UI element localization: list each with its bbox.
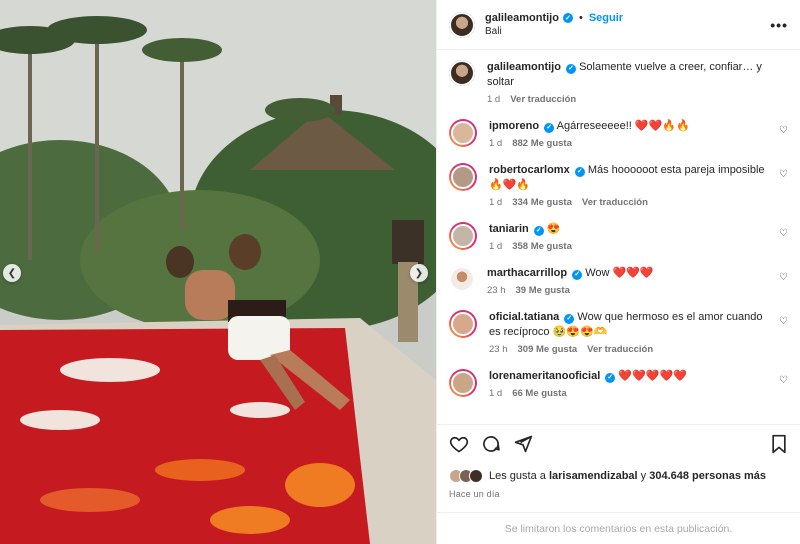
comment-username[interactable]: taniarin xyxy=(489,223,529,235)
commenter-avatar[interactable] xyxy=(449,369,477,397)
liker-username[interactable]: larisamendizabal xyxy=(549,470,638,482)
post-location[interactable]: Bali xyxy=(485,26,770,37)
translate-link[interactable]: Ver traducción xyxy=(510,94,576,105)
comment-item: oficial.tatiana ✓ Wow que hermoso es el … xyxy=(449,310,788,355)
comment-icon[interactable] xyxy=(481,434,501,454)
commenter-avatar[interactable] xyxy=(449,163,477,191)
follow-button[interactable]: Seguir xyxy=(589,12,623,24)
commenter-avatar[interactable] xyxy=(449,222,477,250)
share-icon[interactable] xyxy=(513,434,533,454)
comment-text: Agárreseeeee!! xyxy=(556,120,632,132)
comment-username[interactable]: robertocarlomx xyxy=(489,164,570,176)
comment-likes[interactable]: 358 Me gusta xyxy=(512,241,572,252)
comment-item: taniarin ✓ 😍 1 d 358 Me gusta ♡ xyxy=(449,222,788,252)
heart-icon[interactable]: ♡ xyxy=(779,316,788,327)
post-modal: ❮ ❯ galileamontijo ✓ • Seguir Bali ••• g… xyxy=(0,0,800,544)
commenter-avatar[interactable] xyxy=(449,310,477,338)
comment-text: Más hoooooot esta pareja imposible xyxy=(587,164,765,176)
heart-icon[interactable]: ♡ xyxy=(779,125,788,136)
translate-link[interactable]: Ver traducción xyxy=(587,344,653,355)
comment-emoji: ❤️❤️❤️❤️❤️ xyxy=(618,370,687,382)
comment-item: ipmoreno ✓ Agárreseeeee!! ❤️❤️🔥🔥 1 d 882… xyxy=(449,119,788,149)
verified-icon: ✓ xyxy=(562,13,573,23)
verified-icon: ✓ xyxy=(574,166,585,177)
verified-icon: ✓ xyxy=(605,372,616,383)
likes-prefix: Les gusta a xyxy=(489,470,546,482)
likes-count[interactable]: 304.648 personas más xyxy=(649,470,766,482)
comment-emoji: 🥹😍😍🫶 xyxy=(552,326,608,338)
verified-icon: ✓ xyxy=(566,63,577,74)
likes-summary: Les gusta a larisamendizabal y 304.648 p… xyxy=(449,469,788,483)
comment-likes[interactable]: 66 Me gusta xyxy=(512,388,566,399)
comment-time[interactable]: 23 h xyxy=(487,285,506,296)
verified-icon: ✓ xyxy=(564,313,575,324)
comment-item: marthacarrillop ✓ Wow ❤️❤️❤️ 23 h 39 Me … xyxy=(449,266,788,296)
heart-icon[interactable]: ♡ xyxy=(779,228,788,239)
comment-emoji: 😍 xyxy=(546,223,561,235)
chevron-left-icon[interactable]: ❮ xyxy=(3,264,21,282)
comment-item: robertocarlomx ✓ Más hoooooot esta parej… xyxy=(449,163,788,208)
chevron-right-icon[interactable]: ❯ xyxy=(410,264,428,282)
more-icon[interactable]: ••• xyxy=(770,17,788,33)
commenter-avatar[interactable] xyxy=(449,119,477,147)
separator-dot: • xyxy=(578,12,583,24)
comment-likes[interactable]: 334 Me gusta xyxy=(512,197,572,208)
comment-username[interactable]: ipmoreno xyxy=(489,120,539,132)
author-avatar[interactable] xyxy=(449,60,475,86)
translate-link[interactable]: Ver traducción xyxy=(582,197,648,208)
comment-time[interactable]: 1 d xyxy=(489,241,502,252)
verified-icon: ✓ xyxy=(572,269,583,280)
heart-icon[interactable]: ♡ xyxy=(779,272,788,283)
post-photo[interactable]: ❮ ❯ xyxy=(0,0,436,544)
comment-emoji: ❤️❤️❤️ xyxy=(612,267,654,279)
commenter-avatar[interactable] xyxy=(449,266,475,292)
comment-username[interactable]: lorenameritanooficial xyxy=(489,370,600,382)
author-username[interactable]: galileamontijo xyxy=(485,12,559,24)
comment-emoji: 🔥❤️🔥 xyxy=(489,179,531,191)
comments-limited-notice: Se limitaron los comentarios en esta pub… xyxy=(437,512,800,544)
comment-time[interactable]: 1 d xyxy=(489,138,502,149)
heart-icon[interactable]: ♡ xyxy=(779,375,788,386)
comment-item: lorenameritanooficial ✓ ❤️❤️❤️❤️❤️ 1 d 6… xyxy=(449,369,788,399)
comment-text: Wow xyxy=(585,267,610,279)
comment-time[interactable]: 1 d xyxy=(489,197,502,208)
comment-emoji: ❤️❤️🔥🔥 xyxy=(634,120,690,132)
comment-likes[interactable]: 309 Me gusta xyxy=(518,344,578,355)
comment-username[interactable]: marthacarrillop xyxy=(487,267,567,279)
post-actions: Les gusta a larisamendizabal y 304.648 p… xyxy=(437,424,800,544)
verified-icon: ✓ xyxy=(533,225,544,236)
post-header: galileamontijo ✓ • Seguir Bali ••• xyxy=(437,0,800,50)
comment-likes[interactable]: 882 Me gusta xyxy=(512,138,572,149)
comments-list: galileamontijo ✓ Solamente vuelve a cree… xyxy=(437,50,800,424)
photo-scene xyxy=(0,0,436,544)
author-avatar[interactable] xyxy=(449,11,475,38)
caption-username[interactable]: galileamontijo xyxy=(487,61,561,73)
liker-avatar xyxy=(469,469,483,483)
bookmark-icon[interactable] xyxy=(770,434,788,454)
comment-time[interactable]: 1 d xyxy=(489,388,502,399)
post-sidebar: galileamontijo ✓ • Seguir Bali ••• galil… xyxy=(436,0,800,544)
likes-middle: y xyxy=(640,470,647,482)
heart-icon[interactable] xyxy=(449,434,469,454)
heart-icon[interactable]: ♡ xyxy=(779,169,788,180)
caption-time[interactable]: 1 d xyxy=(487,94,500,105)
post-caption: galileamontijo ✓ Solamente vuelve a cree… xyxy=(449,60,788,105)
comment-username[interactable]: oficial.tatiana xyxy=(489,311,559,323)
comment-likes[interactable]: 39 Me gusta xyxy=(516,285,570,296)
post-timestamp[interactable]: Hace un día xyxy=(449,489,788,499)
verified-icon: ✓ xyxy=(544,122,555,133)
comment-time[interactable]: 23 h xyxy=(489,344,508,355)
